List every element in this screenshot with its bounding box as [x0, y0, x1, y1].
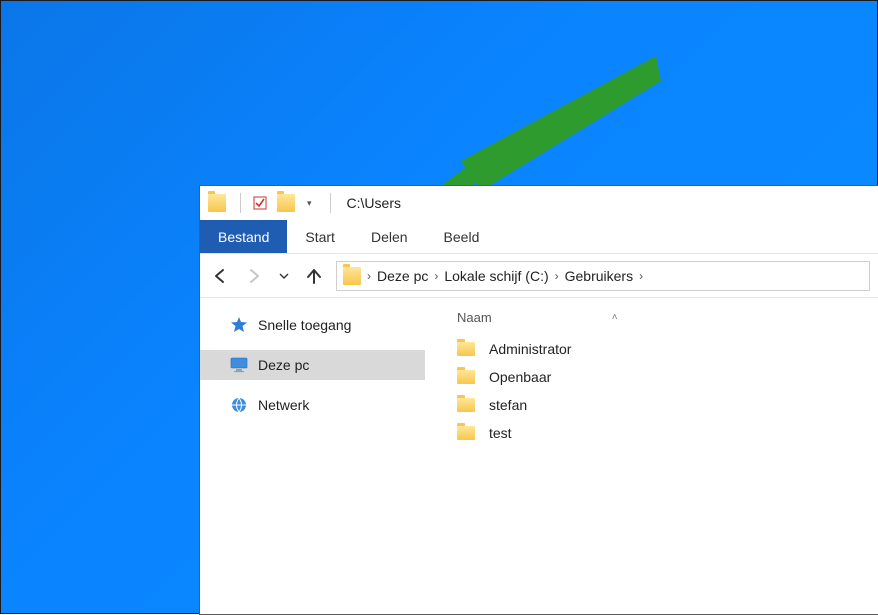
explorer-body: Snelle toegang Deze pc: [200, 298, 878, 614]
column-header-name[interactable]: Naam ˄: [429, 308, 874, 335]
qat-dropdown-icon[interactable]: ▾: [305, 198, 314, 209]
chevron-right-icon[interactable]: ›: [367, 269, 371, 283]
app-folder-icon: [208, 194, 226, 212]
chevron-right-icon[interactable]: ›: [434, 269, 438, 283]
navbar: › Deze pc › Lokale schijf (C:) › Gebruik…: [200, 254, 878, 298]
folder-row[interactable]: stefan: [457, 391, 874, 419]
monitor-icon: [230, 356, 248, 374]
chevron-right-icon[interactable]: ›: [555, 269, 559, 283]
tab-view[interactable]: Beeld: [426, 220, 498, 253]
column-name-label: Naam: [457, 310, 492, 325]
sort-ascending-icon: ˄: [612, 312, 618, 323]
tab-start[interactable]: Start: [287, 220, 353, 253]
folder-name: Openbaar: [489, 369, 551, 385]
desktop-background: ▾ C:\Users Bestand Start Delen Beeld: [0, 0, 878, 614]
nav-back-button[interactable]: [208, 264, 232, 288]
titlebar: ▾ C:\Users: [200, 186, 878, 220]
address-folder-icon: [343, 267, 361, 285]
nav-history-dropdown[interactable]: [276, 271, 292, 281]
chevron-right-icon[interactable]: ›: [639, 269, 643, 283]
crumb-0[interactable]: Deze pc: [377, 268, 428, 284]
titlebar-separator-2: [330, 193, 331, 213]
tab-file[interactable]: Bestand: [200, 220, 287, 253]
sidebar-item-network[interactable]: Netwerk: [200, 390, 425, 420]
breadcrumb: Deze pc › Lokale schijf (C:) › Gebruiker…: [377, 268, 643, 284]
nav-up-button[interactable]: [302, 264, 326, 288]
file-list: Administrator Openbaar stefan test: [429, 335, 874, 447]
folder-row[interactable]: test: [457, 419, 874, 447]
tab-share[interactable]: Delen: [353, 220, 426, 253]
qat-properties-icon[interactable]: [251, 194, 269, 212]
star-icon: [230, 316, 248, 334]
sidebar-item-thispc[interactable]: Deze pc: [200, 350, 425, 380]
navigation-pane: Snelle toegang Deze pc: [200, 298, 425, 614]
folder-row[interactable]: Administrator: [457, 335, 874, 363]
folder-icon: [457, 398, 475, 412]
explorer-window: ▾ C:\Users Bestand Start Delen Beeld: [199, 185, 878, 615]
crumb-1[interactable]: Lokale schijf (C:): [444, 268, 548, 284]
folder-name: test: [489, 425, 512, 441]
folder-icon: [457, 426, 475, 440]
window-title: C:\Users: [347, 195, 401, 211]
network-icon: [230, 396, 248, 414]
sidebar-item-label: Snelle toegang: [258, 317, 351, 333]
qat-newfolder-icon[interactable]: [277, 194, 295, 212]
folder-name: stefan: [489, 397, 527, 413]
file-list-pane: Naam ˄ Administrator Openbaar stefan: [425, 298, 878, 614]
sidebar-item-quickaccess[interactable]: Snelle toegang: [200, 310, 425, 340]
folder-icon: [457, 342, 475, 356]
crumb-2[interactable]: Gebruikers: [565, 268, 633, 284]
nav-forward-button[interactable]: [242, 264, 266, 288]
folder-row[interactable]: Openbaar: [457, 363, 874, 391]
address-bar[interactable]: › Deze pc › Lokale schijf (C:) › Gebruik…: [336, 261, 870, 291]
ribbon: Bestand Start Delen Beeld: [200, 220, 878, 254]
folder-icon: [457, 370, 475, 384]
sidebar-item-label: Deze pc: [258, 357, 309, 373]
sidebar-item-label: Netwerk: [258, 397, 309, 413]
folder-name: Administrator: [489, 341, 571, 357]
titlebar-separator: [240, 193, 241, 213]
